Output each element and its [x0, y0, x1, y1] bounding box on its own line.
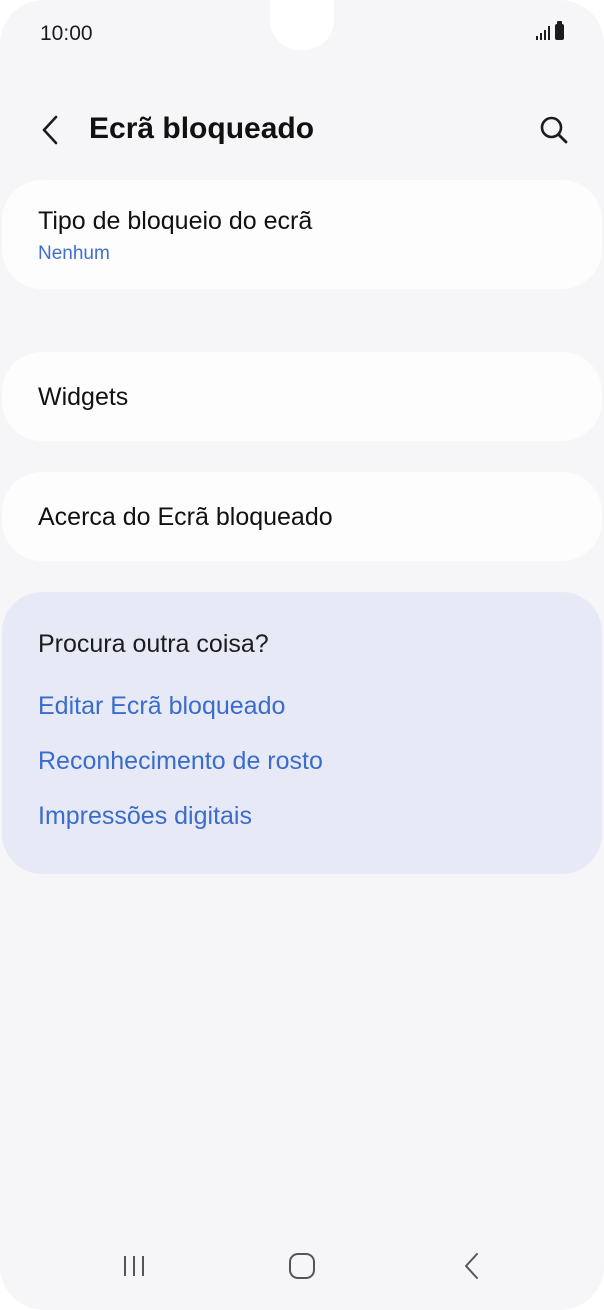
widgets-label: Widgets [38, 383, 129, 411]
status-bar: 10:00 [0, 0, 604, 70]
screen-lock-type-value: Nenhum [38, 243, 110, 264]
suggestion-link-fingerprints[interactable]: Impressões digitais [38, 802, 252, 831]
back-button[interactable] [28, 106, 72, 154]
chevron-left-icon [465, 1253, 478, 1279]
search-icon [540, 116, 568, 144]
navigation-bar [0, 1220, 604, 1310]
search-button[interactable] [530, 106, 578, 154]
status-time: 10:00 [40, 22, 93, 45]
status-icons [536, 21, 564, 40]
home-button[interactable] [267, 1238, 337, 1294]
recent-apps-button[interactable] [99, 1238, 169, 1294]
suggestion-link-face-recognition[interactable]: Reconhecimento de rosto [38, 747, 323, 776]
app-bar: Ecrã bloqueado [0, 100, 604, 160]
system-back-button[interactable] [437, 1238, 507, 1294]
page-title: Ecrã bloqueado [89, 112, 315, 145]
suggestions-title: Procura outra coisa? [38, 630, 269, 658]
about-lock-screen-label: Acerca do Ecrã bloqueado [38, 503, 333, 531]
screen-lock-type-label: Tipo de bloqueio do ecrã [38, 207, 313, 235]
signal-icon [536, 24, 550, 40]
widgets-item[interactable]: Widgets [2, 352, 602, 441]
recent-apps-icon [124, 1256, 144, 1276]
screen-lock-type-item[interactable]: Tipo de bloqueio do ecrã Nenhum [2, 180, 602, 289]
suggestion-link-edit-lock-screen[interactable]: Editar Ecrã bloqueado [38, 692, 285, 721]
about-lock-screen-item[interactable]: Acerca do Ecrã bloqueado [2, 472, 602, 561]
home-icon [289, 1253, 315, 1279]
suggestions-card: Procura outra coisa? Editar Ecrã bloquea… [2, 592, 602, 874]
camera-notch [270, 0, 334, 50]
battery-icon [555, 21, 564, 40]
phone-screen: 10:00 Ecrã bloqueado Tipo de bloqueio do… [0, 0, 604, 1310]
chevron-left-icon [42, 115, 58, 145]
